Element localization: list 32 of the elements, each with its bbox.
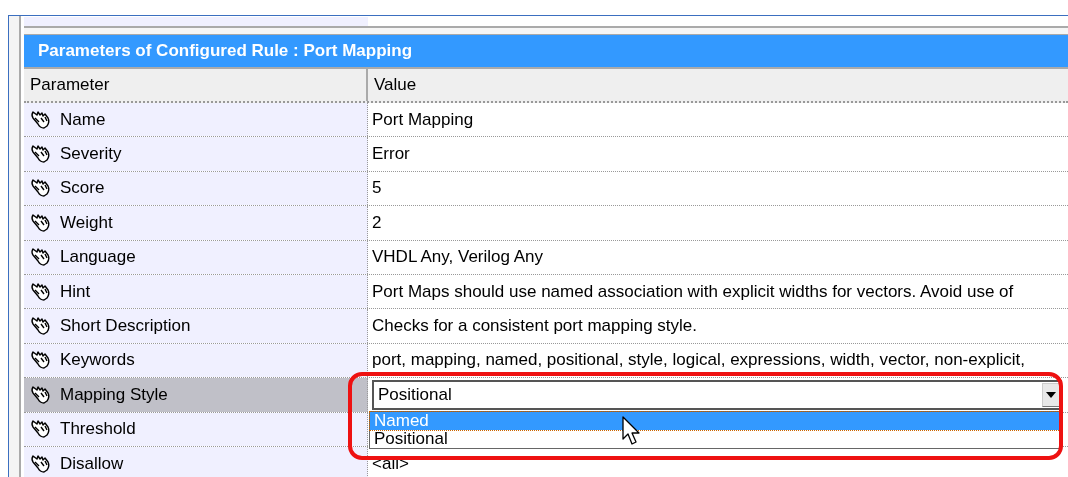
parameter-cell[interactable]: Short Description: [24, 309, 368, 343]
value-text: 2: [372, 212, 382, 233]
dropdown-field[interactable]: Positional: [372, 379, 1062, 410]
parameter-cell[interactable]: Mapping Style: [24, 378, 368, 412]
parameter-cell[interactable]: Weight: [24, 206, 368, 240]
dropdown-option[interactable]: Positional: [370, 430, 1060, 449]
column-header[interactable]: Value: [368, 69, 1068, 101]
value-text: Checks for a consistent port mapping style.: [372, 316, 698, 337]
hand-icon: [30, 418, 52, 441]
hand-icon: [30, 143, 52, 166]
value-text: Port Maps should use named association with explicit widths for vectors. Avoid use of: [372, 281, 1014, 302]
parameter-cell[interactable]: Hint: [24, 274, 368, 309]
column-header[interactable]: Parameter: [24, 69, 368, 101]
parameter-cell[interactable]: Name: [24, 103, 368, 137]
hand-icon: [30, 177, 52, 200]
panel-title: Parameters of Configured Rule : Port Mapping: [38, 41, 413, 61]
dropdown-arrow-icon[interactable]: [1046, 391, 1056, 398]
hand-icon: [30, 246, 52, 269]
value-text: VHDL Any, Verilog Any: [372, 247, 544, 268]
hand-icon: [30, 315, 52, 338]
value-text: Port Mapping: [372, 109, 474, 130]
parameter-cell[interactable]: Keywords: [24, 343, 368, 378]
mouse-pointer-icon: [622, 416, 642, 447]
value-text: Error: [372, 144, 410, 165]
value-text: 5: [372, 178, 382, 199]
parameter-cell[interactable]: Language: [24, 240, 368, 274]
value-text: port, mapping, named, positional, style, logical, expressions, width, vector, non-explicit,: [372, 350, 1025, 371]
parameter-cell[interactable]: Severity: [24, 137, 368, 171]
parameter-cell[interactable]: Threshold: [24, 412, 368, 446]
hand-icon: [30, 349, 52, 372]
parameter-cell[interactable]: Score: [24, 171, 368, 206]
parameter-cell[interactable]: Disallow: [24, 446, 368, 477]
